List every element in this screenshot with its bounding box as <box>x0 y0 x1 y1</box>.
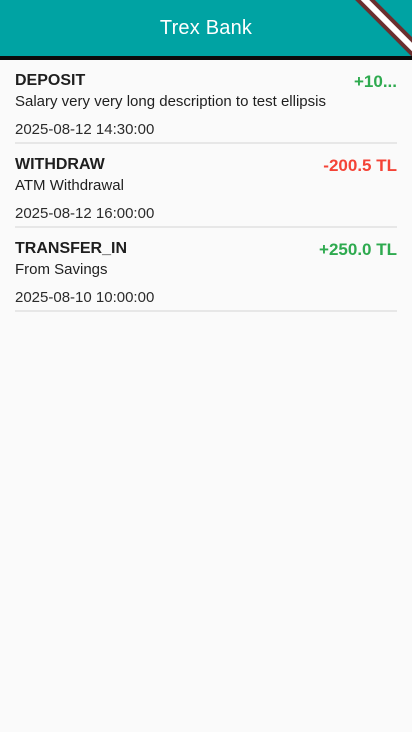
transaction-item[interactable]: DEPOSIT Salary very very long descriptio… <box>15 60 397 144</box>
transaction-date: 2025-08-12 14:30:00 <box>15 121 155 138</box>
transaction-type: DEPOSIT <box>15 72 86 89</box>
transaction-description: From Savings <box>15 261 108 278</box>
transaction-item[interactable]: WITHDRAW ATM Withdrawal 2025-08-12 16:00… <box>15 144 397 228</box>
transaction-amount: +250.0 TL <box>319 240 397 259</box>
transaction-item[interactable]: TRANSFER_IN From Savings 2025-08-10 10:0… <box>15 228 397 312</box>
transaction-description: Salary very very long description to tes… <box>15 93 326 110</box>
transaction-type: WITHDRAW <box>15 156 105 173</box>
transaction-list: DEPOSIT Salary very very long descriptio… <box>0 60 412 312</box>
app-bar: Trex Bank <box>0 0 412 56</box>
transaction-amount: -200.5 TL <box>323 156 397 175</box>
transaction-date: 2025-08-12 16:00:00 <box>15 205 155 222</box>
debug-banner-stripe <box>346 0 412 53</box>
transaction-date: 2025-08-10 10:00:00 <box>15 289 155 306</box>
transaction-type: TRANSFER_IN <box>15 240 128 257</box>
transaction-amount: +10... <box>353 72 397 91</box>
debug-banner <box>340 0 412 56</box>
app-title: Trex Bank <box>159 16 253 39</box>
transaction-description: ATM Withdrawal <box>15 177 124 194</box>
